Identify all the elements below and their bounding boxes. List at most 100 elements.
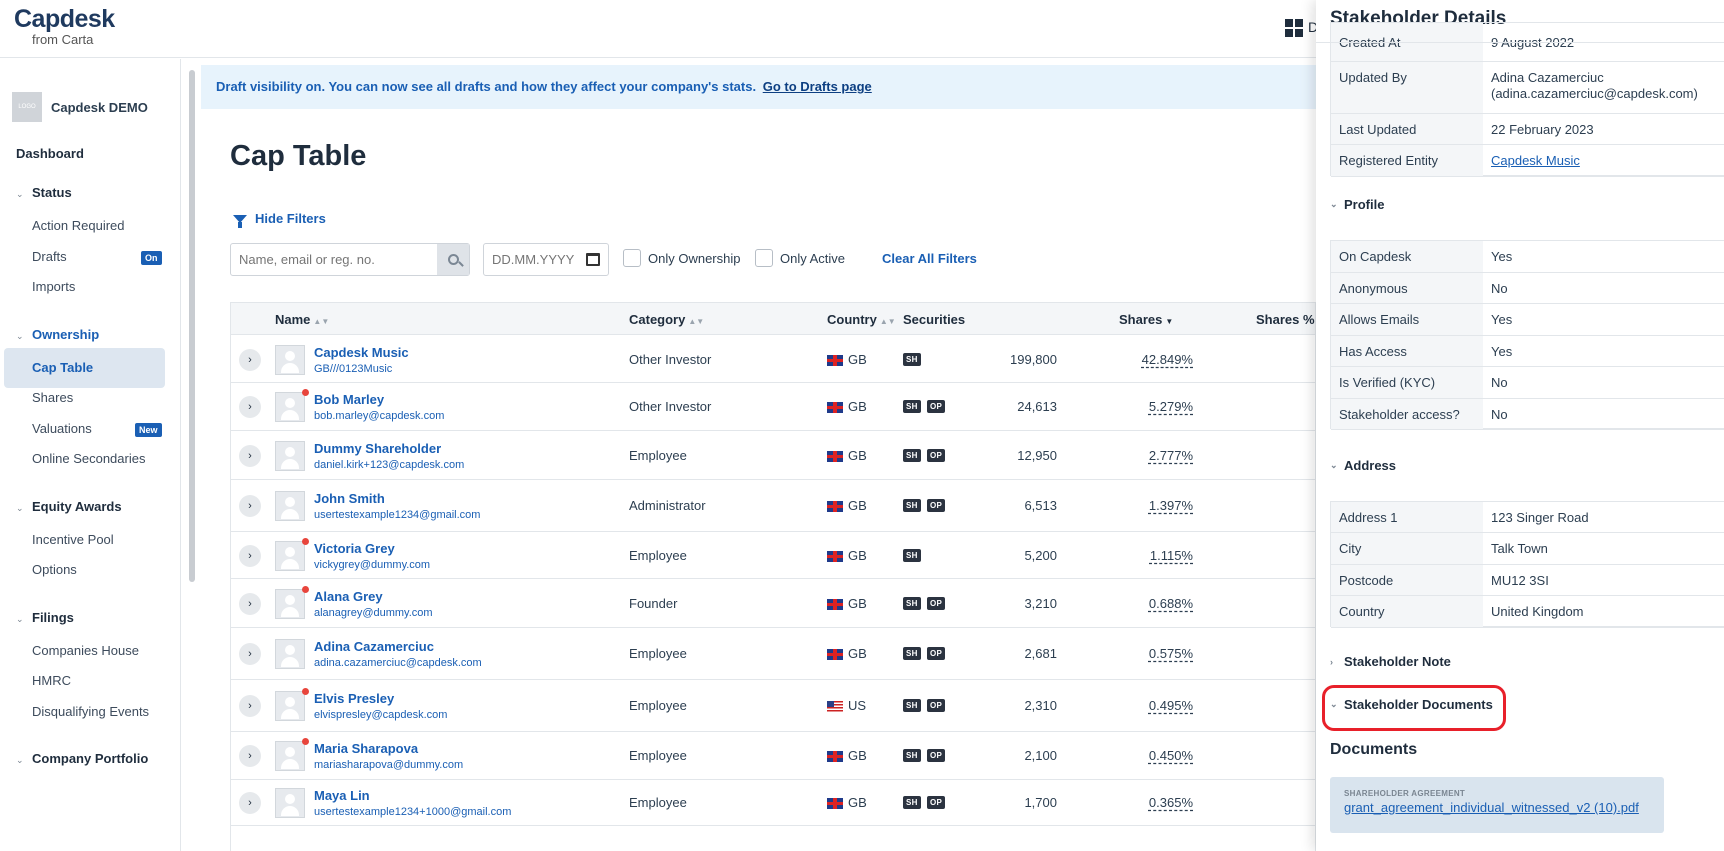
- stakeholder-subtext[interactable]: elvispresley@capdesk.com: [314, 709, 447, 721]
- expand-row-icon[interactable]: ›: [239, 695, 261, 717]
- column-header-country[interactable]: Country ▲▼: [827, 312, 896, 327]
- table-row[interactable]: › Maya Lin usertestexample1234+1000@gmail.…: [231, 780, 1315, 826]
- clear-all-filters-button[interactable]: Clear All Filters: [882, 251, 977, 266]
- expand-row-icon[interactable]: ›: [239, 495, 261, 517]
- table-row[interactable]: › Alana Grey alanagrey@dummy.com Founder GB S…: [231, 579, 1315, 628]
- shares-pct-cell[interactable]: 0.688%: [1149, 596, 1193, 611]
- expand-row-icon[interactable]: ›: [239, 792, 261, 814]
- only-active-checkbox[interactable]: [755, 249, 773, 267]
- expand-row-icon[interactable]: ›: [239, 745, 261, 767]
- hide-filters-label: Hide Filters: [255, 211, 326, 226]
- shares-pct-cell[interactable]: 1.397%: [1149, 498, 1193, 513]
- avatar: [275, 540, 305, 571]
- sidebar-scrollbar[interactable]: [189, 70, 195, 582]
- only-ownership-checkbox[interactable]: [623, 249, 641, 267]
- avatar: [275, 588, 305, 619]
- stakeholder-subtext[interactable]: usertestexample1234+1000@gmail.com: [314, 806, 511, 818]
- shares-pct-cell[interactable]: 0.575%: [1149, 646, 1193, 661]
- registered-entity-link[interactable]: Capdesk Music: [1491, 153, 1580, 168]
- profile-section-toggle[interactable]: ⌄ Profile: [1330, 197, 1384, 212]
- stakeholder-name[interactable]: Alana Grey: [314, 589, 383, 604]
- sidebar-item-incentive-pool[interactable]: Incentive Pool: [32, 532, 114, 547]
- shares-pct-cell[interactable]: 1.115%: [1150, 548, 1193, 563]
- security-badge-op: OP: [927, 749, 946, 762]
- stakeholder-name[interactable]: Adina Cazamerciuc: [314, 639, 434, 654]
- sidebar-item-cap-table[interactable]: Cap Table: [32, 360, 93, 375]
- table-row[interactable]: › Dummy Shareholder daniel.kirk+123@capdes…: [231, 431, 1315, 480]
- sidebar-item-dashboard[interactable]: Dashboard: [16, 146, 84, 161]
- sidebar-item-drafts[interactable]: Drafts: [32, 249, 67, 264]
- sidebar-item-hmrc[interactable]: HMRC: [32, 673, 71, 688]
- sidebar-item-options[interactable]: Options: [32, 562, 77, 577]
- shares-pct-cell[interactable]: 42.849%: [1142, 352, 1193, 367]
- sidebar-section-status[interactable]: Status: [32, 185, 72, 200]
- go-to-drafts-link[interactable]: Go to Drafts page: [763, 79, 872, 94]
- hide-filters-button[interactable]: Hide Filters: [233, 211, 326, 228]
- table-row[interactable]: › Elvis Presley elvispresley@capdesk.com Em…: [231, 680, 1315, 732]
- sidebar-item-imports[interactable]: Imports: [32, 279, 75, 294]
- stakeholder-name[interactable]: Capdesk Music: [314, 345, 409, 360]
- stakeholder-name[interactable]: Bob Marley: [314, 392, 384, 407]
- expand-row-icon[interactable]: ›: [239, 643, 261, 665]
- calendar-icon[interactable]: [586, 253, 600, 266]
- table-row[interactable]: › Capdesk Music GB///0123Music Other Invest…: [231, 336, 1315, 383]
- draft-indicator-dot: [302, 688, 309, 695]
- detail-key: On Capdesk: [1331, 241, 1483, 272]
- expand-row-icon[interactable]: ›: [239, 544, 261, 567]
- shares-cell: 12,950: [1017, 447, 1057, 463]
- stakeholder-name[interactable]: Dummy Shareholder: [314, 441, 441, 456]
- stakeholder-subtext[interactable]: vickygrey@dummy.com: [314, 559, 430, 571]
- expand-row-icon[interactable]: ›: [239, 348, 261, 371]
- sidebar-section-equity-awards[interactable]: Equity Awards: [32, 499, 122, 514]
- stakeholder-subtext[interactable]: adina.cazamerciuc@capdesk.com: [314, 657, 482, 669]
- sidebar-item-online-secondaries[interactable]: Online Secondaries: [32, 451, 145, 466]
- sidebar-item-companies-house[interactable]: Companies House: [32, 643, 139, 658]
- column-header-shares-pct[interactable]: Shares %: [1256, 312, 1315, 327]
- stakeholder-name[interactable]: Maya Lin: [314, 788, 370, 803]
- capdesk-logo[interactable]: Capdesk from Carta: [14, 6, 115, 48]
- stakeholder-note-toggle[interactable]: › Stakeholder Note: [1330, 654, 1451, 669]
- column-header-name[interactable]: Name ▲▼: [275, 312, 329, 327]
- stakeholder-subtext[interactable]: alanagrey@dummy.com: [314, 607, 433, 619]
- column-header-shares[interactable]: Shares ▼: [1119, 312, 1173, 327]
- expand-row-icon[interactable]: ›: [239, 396, 261, 418]
- expand-row-icon[interactable]: ›: [239, 444, 261, 467]
- address-section-toggle[interactable]: ⌄ Address: [1330, 458, 1396, 473]
- sidebar-section-company-portfolio[interactable]: Company Portfolio: [32, 751, 148, 766]
- stakeholder-name[interactable]: John Smith: [314, 491, 385, 506]
- stakeholder-subtext[interactable]: GB///0123Music: [314, 363, 392, 375]
- stakeholder-subtext[interactable]: bob.marley@capdesk.com: [314, 410, 444, 422]
- stakeholder-name[interactable]: Elvis Presley: [314, 691, 394, 706]
- shares-pct-cell[interactable]: 2.777%: [1149, 448, 1193, 463]
- stakeholder-name[interactable]: Maria Sharapova: [314, 741, 418, 756]
- search-button[interactable]: [437, 244, 469, 275]
- company-switcher[interactable]: LOGO Capdesk DEMO: [12, 92, 148, 122]
- document-link[interactable]: grant_agreement_individual_witnessed_v2 …: [1344, 800, 1650, 815]
- stakeholder-subtext[interactable]: usertestexample1234@gmail.com: [314, 509, 480, 521]
- stakeholder-name[interactable]: Victoria Grey: [314, 541, 395, 556]
- search-input[interactable]: [231, 244, 437, 275]
- sidebar-section-ownership[interactable]: Ownership: [32, 327, 99, 342]
- expand-row-icon[interactable]: ›: [239, 592, 261, 615]
- sidebar-item-action-required[interactable]: Action Required: [32, 218, 125, 233]
- sidebar-item-shares[interactable]: Shares: [32, 390, 73, 405]
- stakeholder-subtext[interactable]: mariasharapova@dummy.com: [314, 759, 463, 771]
- table-row[interactable]: › John Smith usertestexample1234@gmail.com…: [231, 480, 1315, 532]
- sidebar-item-disqualifying-events[interactable]: Disqualifying Events: [32, 704, 149, 719]
- table-row[interactable]: › Adina Cazamerciuc adina.cazamerciuc@capd…: [231, 628, 1315, 680]
- shares-pct-cell[interactable]: 5.279%: [1149, 399, 1193, 414]
- table-row[interactable]: › Bob Marley bob.marley@capdesk.com Other I…: [231, 383, 1315, 431]
- sidebar-section-filings[interactable]: Filings: [32, 610, 74, 625]
- search-field: [230, 243, 470, 276]
- date-input[interactable]: [492, 252, 578, 267]
- table-row[interactable]: › Victoria Grey vickygrey@dummy.com Employe…: [231, 532, 1315, 579]
- column-header-category[interactable]: Category ▲▼: [629, 312, 704, 327]
- table-row[interactable]: › Maria Sharapova mariasharapova@dummy.com…: [231, 732, 1315, 780]
- shares-pct-cell[interactable]: 0.450%: [1149, 748, 1193, 763]
- shares-pct-cell[interactable]: 0.495%: [1149, 698, 1193, 713]
- sidebar-item-valuations[interactable]: Valuations: [32, 421, 92, 436]
- gb-flag-icon: [827, 354, 843, 366]
- stakeholder-subtext[interactable]: daniel.kirk+123@capdesk.com: [314, 459, 464, 471]
- shares-pct-cell[interactable]: 0.365%: [1149, 795, 1193, 810]
- dashboard-grid-icon[interactable]: [1285, 19, 1303, 37]
